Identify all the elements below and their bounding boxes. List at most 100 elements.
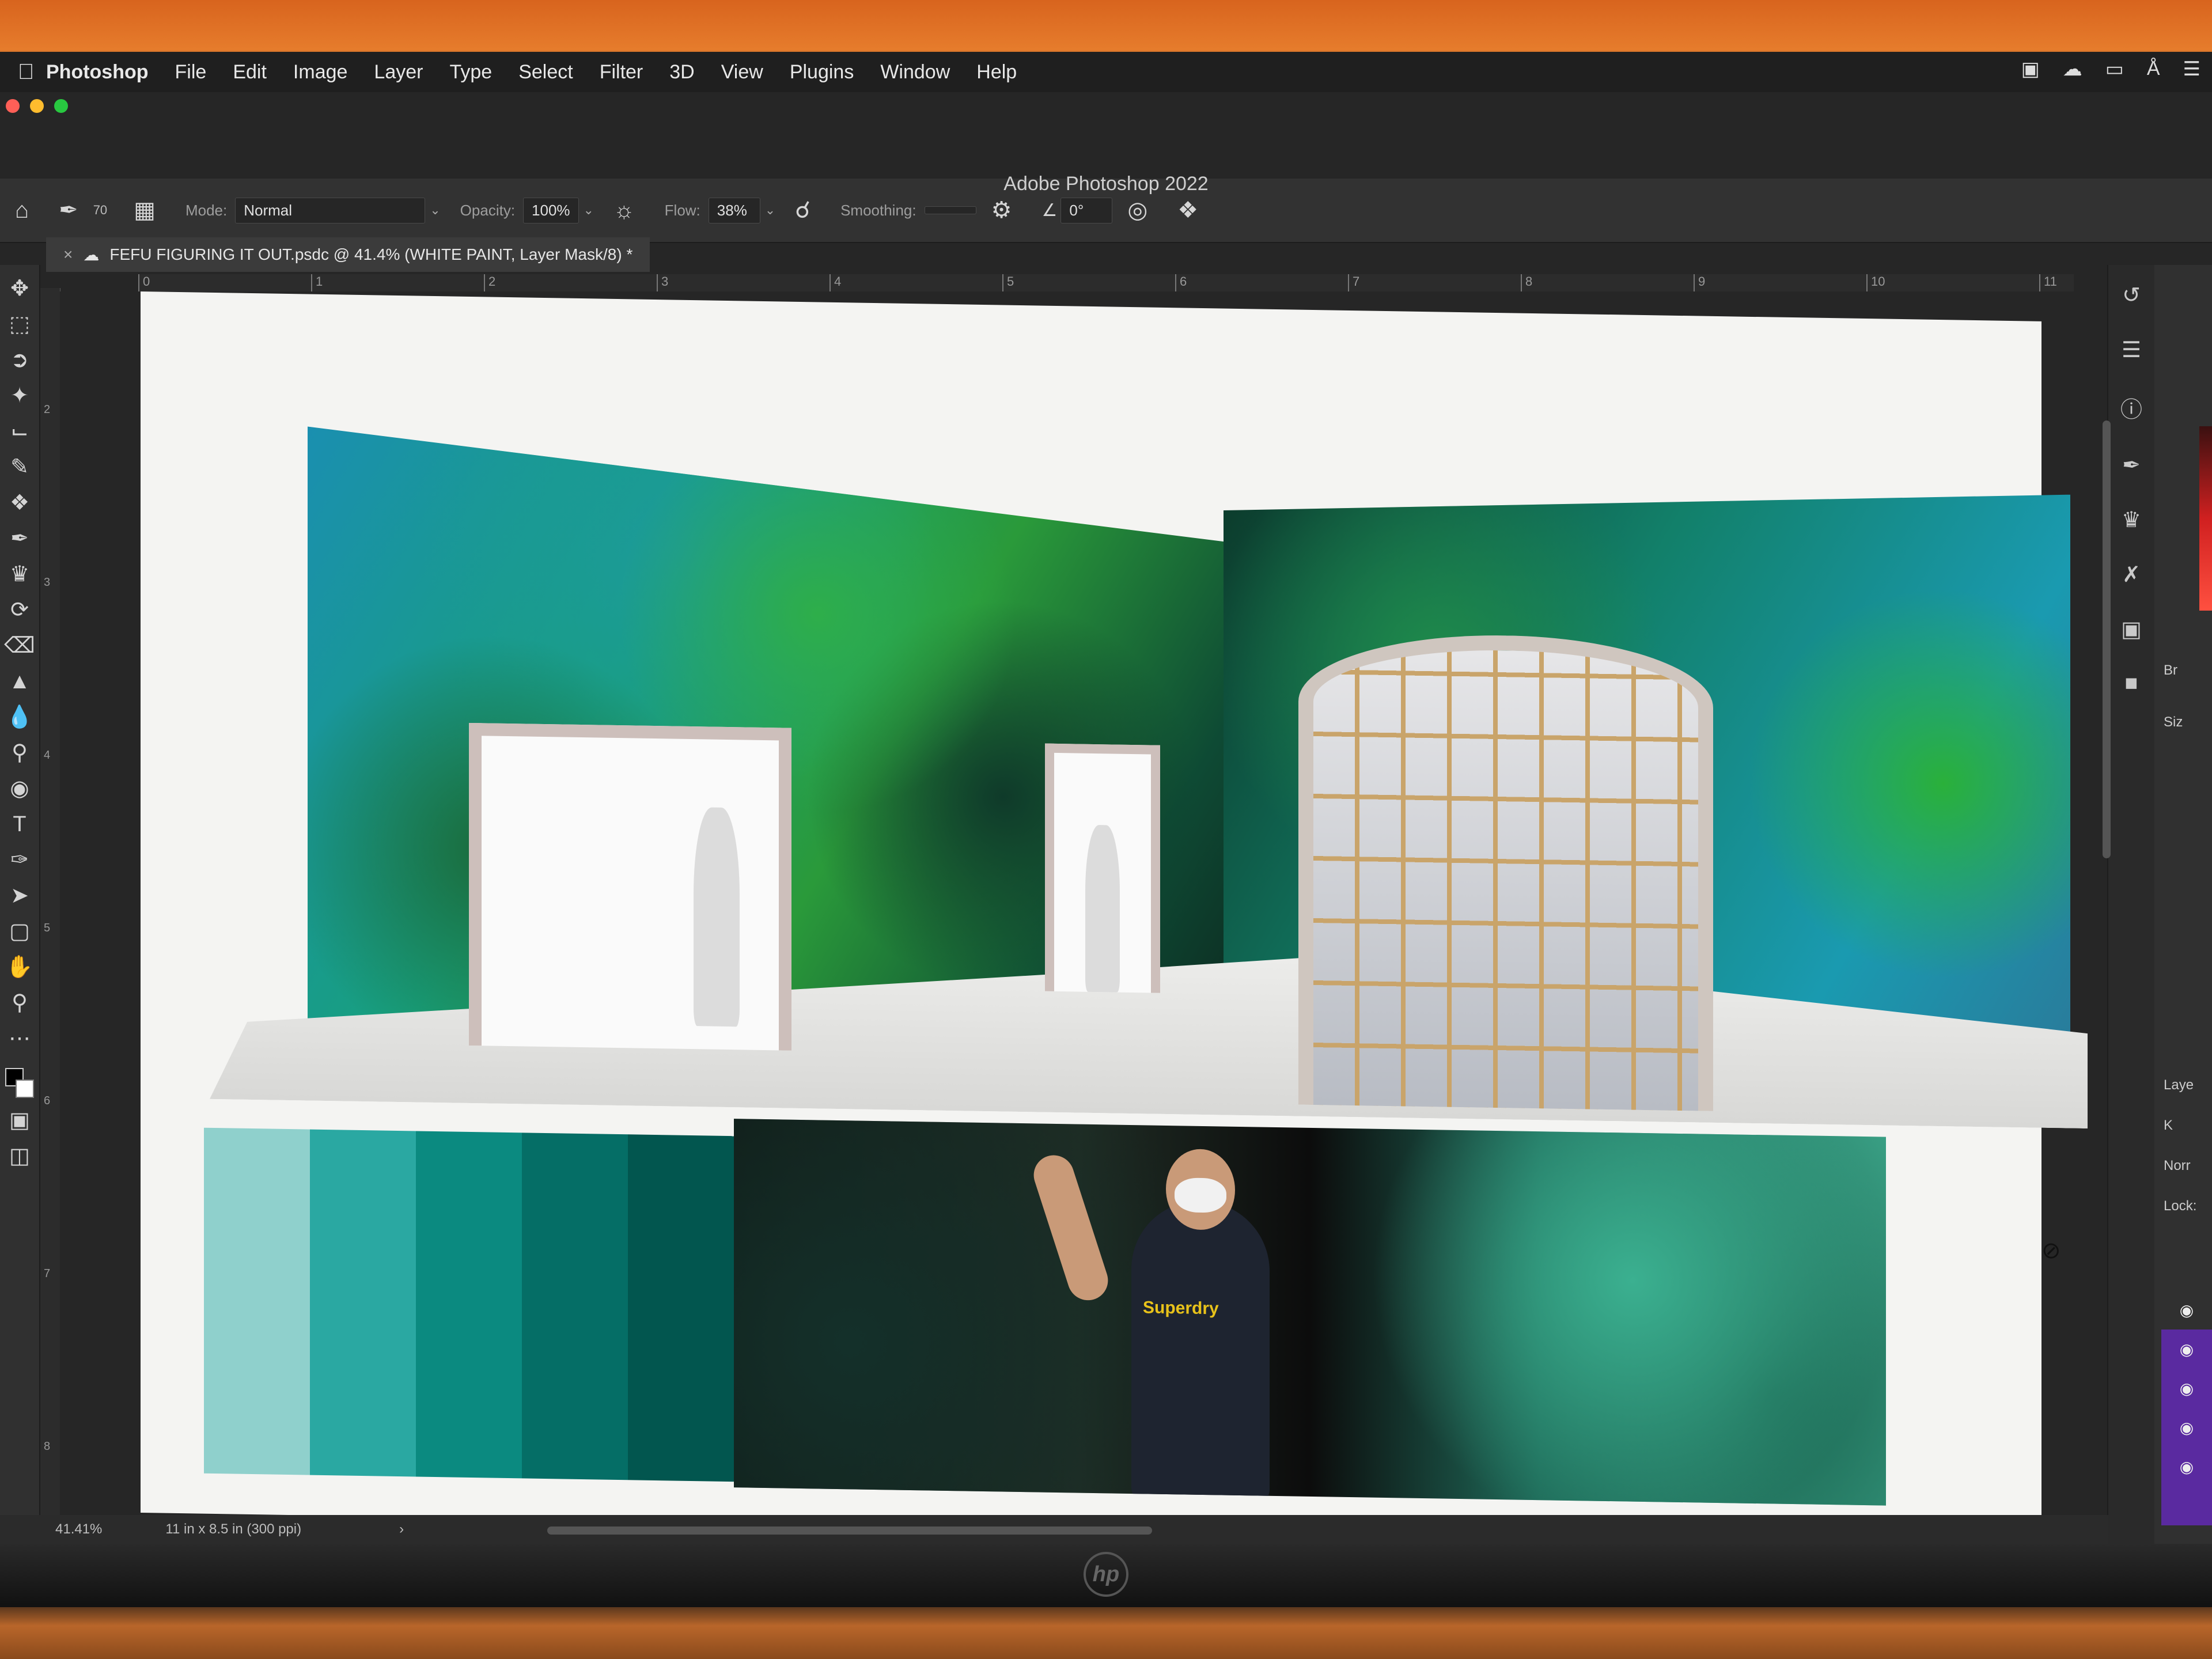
menu-type[interactable]: Type	[449, 61, 492, 84]
ruler-tick: 8	[44, 1440, 51, 1453]
monitor-bezel: hp	[0, 1544, 2212, 1607]
zoom-window-button[interactable]	[54, 99, 68, 113]
angle-field[interactable]: 0°	[1060, 197, 1113, 224]
opacity-field[interactable]: 100%	[523, 197, 579, 224]
apple-icon[interactable]: 	[6, 60, 46, 85]
chevron-right-icon[interactable]: ›	[399, 1521, 404, 1537]
flow-field[interactable]: 38%	[708, 197, 760, 224]
tools-panel: ✥ ⬚ ➲ ✦ ⌙ ✎ ❖ ✒ ♛ ⟳ ⌫ ▲ 💧 ⚲ ◉ T ✑ ➤ ▢ ✋ …	[0, 265, 40, 1544]
eye-icon[interactable]: ◉	[2161, 1330, 2212, 1369]
info-panel-icon[interactable]: ⓘ	[2120, 392, 2142, 423]
path-selection-tool-icon[interactable]: ➤	[10, 878, 29, 914]
brush-preset-icon[interactable]: ✒	[59, 197, 78, 224]
clone-stamp-tool-icon[interactable]: ♛	[10, 556, 29, 592]
brush-settings-panel-icon[interactable]: ✒	[2122, 452, 2141, 478]
gear-icon[interactable]: ⚙	[991, 197, 1012, 224]
libraries-panel-icon[interactable]: ■	[2125, 671, 2138, 696]
creative-cloud-icon[interactable]: ☁	[2063, 58, 2082, 81]
move-tool-icon[interactable]: ✥	[10, 271, 29, 306]
type-tool-icon[interactable]: T	[13, 806, 26, 842]
eraser-tool-icon[interactable]: ⌫	[4, 628, 35, 664]
background-color[interactable]	[16, 1080, 34, 1098]
vertical-scrollbar[interactable]	[2103, 421, 2111, 858]
hand-tool-icon[interactable]: ✋	[6, 949, 33, 985]
layers-panel-label[interactable]: Laye	[2164, 1077, 2194, 1093]
clone-source-panel-icon[interactable]: ♛	[2122, 507, 2141, 533]
more-tools-icon[interactable]: ⋯	[9, 1021, 31, 1056]
blend-mode-select[interactable]: Norr	[2164, 1158, 2191, 1174]
layer-row[interactable]	[2161, 1486, 2212, 1525]
screen-mode-icon[interactable]: ◫	[9, 1138, 30, 1174]
menu-3d[interactable]: 3D	[669, 61, 694, 84]
zoom-level[interactable]: 41.41%	[55, 1521, 102, 1537]
ruler-tick: 4	[44, 749, 51, 762]
zoom-tool-icon[interactable]: ⚲	[12, 985, 28, 1021]
history-panel-icon[interactable]: ↺	[2122, 282, 2141, 308]
chevron-down-icon[interactable]: ⌄	[430, 203, 440, 218]
menu-help[interactable]: Help	[976, 61, 1017, 84]
close-window-button[interactable]	[6, 99, 20, 113]
pen-tool-icon[interactable]: ✑	[10, 842, 29, 878]
menu-edit[interactable]: Edit	[233, 61, 267, 84]
crop-tool-icon[interactable]: ⌙	[10, 414, 29, 449]
home-icon[interactable]: ⌂	[15, 198, 29, 224]
history-brush-tool-icon[interactable]: ⟳	[10, 592, 29, 628]
eye-icon[interactable]: ◉	[2161, 1447, 2212, 1486]
ruler-tick: 10	[1866, 274, 1885, 291]
bluetooth-icon[interactable]: Å	[2147, 58, 2160, 81]
menu-photoshop[interactable]: Photoshop	[46, 61, 149, 84]
paint-bucket-tool-icon[interactable]: ▲	[9, 664, 31, 699]
blur-tool-icon[interactable]: 💧	[6, 699, 33, 735]
mode-select[interactable]: Normal	[235, 197, 426, 224]
document-tab[interactable]: × ☁ FEFU FIGURING IT OUT.psdc @ 41.4% (W…	[46, 237, 650, 272]
layer-search-field[interactable]: K	[2164, 1118, 2173, 1134]
wifi-icon[interactable]: ☰	[2183, 58, 2200, 81]
minimize-window-button[interactable]	[30, 99, 44, 113]
symmetry-icon[interactable]: ❖	[1177, 197, 1198, 224]
pressure-size-icon[interactable]: ◎	[1127, 197, 1147, 224]
brush-size-value[interactable]: 70	[93, 203, 107, 218]
brush-settings-icon[interactable]: ▦	[134, 197, 156, 224]
eye-icon[interactable]: ◉	[2161, 1290, 2212, 1330]
chevron-down-icon[interactable]: ⌄	[584, 203, 594, 218]
ruler-tick: 2	[44, 403, 51, 416]
palette-swatch	[522, 1132, 628, 1480]
airbrush-icon[interactable]: ☌	[795, 197, 810, 224]
tool-presets-panel-icon[interactable]: ✗	[2122, 562, 2141, 588]
menu-filter[interactable]: Filter	[600, 61, 643, 84]
marquee-tool-icon[interactable]: ⬚	[9, 306, 30, 342]
magic-wand-tool-icon[interactable]: ✦	[10, 378, 29, 414]
menu-plugins[interactable]: Plugins	[790, 61, 854, 84]
canvas-area[interactable]: Superdry ⊘	[60, 291, 2134, 1543]
adjustments-panel-icon[interactable]: ☰	[2122, 337, 2141, 363]
menu-window[interactable]: Window	[880, 61, 950, 84]
screen-record-icon[interactable]: ▣	[2021, 58, 2040, 81]
sponge-tool-icon[interactable]: ◉	[10, 771, 29, 806]
layer-visibility-list: ◉ ◉ ◉ ◉ ◉	[2161, 1290, 2212, 1525]
color-picker-strip[interactable]	[2199, 426, 2212, 611]
lasso-tool-icon[interactable]: ➲	[10, 342, 29, 378]
chevron-down-icon[interactable]: ⌄	[765, 203, 775, 218]
color-swatches[interactable]	[5, 1068, 34, 1103]
eyedropper-tool-icon[interactable]: ✎	[10, 449, 29, 485]
eye-icon[interactable]: ◉	[2161, 1408, 2212, 1447]
quick-mask-icon[interactable]: ▣	[9, 1103, 30, 1138]
menu-image[interactable]: Image	[293, 61, 348, 84]
healing-brush-tool-icon[interactable]: ❖	[10, 485, 29, 521]
menu-file[interactable]: File	[175, 61, 207, 84]
menu-layer[interactable]: Layer	[374, 61, 423, 84]
pressure-opacity-icon[interactable]: ☼	[613, 198, 635, 224]
artboard-panel-icon[interactable]: ▣	[2121, 616, 2142, 642]
eye-icon[interactable]: ◉	[2161, 1369, 2212, 1408]
raised-arm	[1028, 1150, 1113, 1305]
menu-select[interactable]: Select	[518, 61, 573, 84]
document-canvas[interactable]: Superdry ⊘	[141, 291, 2041, 1543]
brush-tool-icon[interactable]: ✒	[10, 521, 29, 556]
rectangle-tool-icon[interactable]: ▢	[9, 914, 30, 949]
display-icon[interactable]: ▭	[2105, 58, 2124, 81]
dodge-tool-icon[interactable]: ⚲	[12, 735, 28, 771]
menu-view[interactable]: View	[721, 61, 763, 84]
smoothing-field[interactable]	[924, 206, 976, 214]
close-icon[interactable]: ×	[63, 245, 73, 264]
horizontal-scrollbar[interactable]	[547, 1527, 1152, 1535]
